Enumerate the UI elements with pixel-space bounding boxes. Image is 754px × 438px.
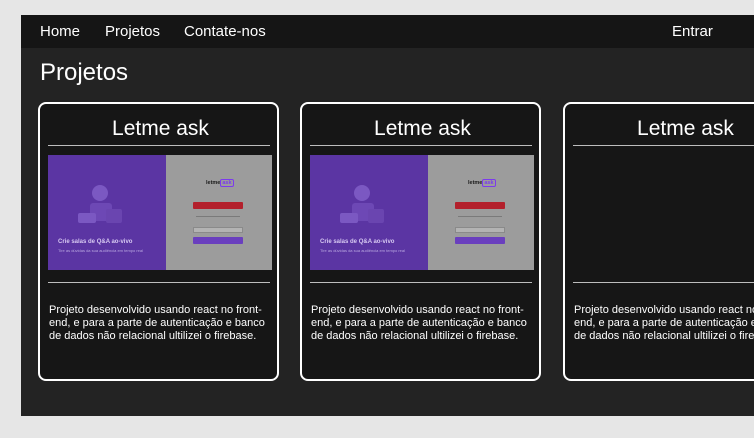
card-description: Projeto desenvolvido usando react no fro… xyxy=(49,304,265,342)
preview-headline: Crie salas de Q&A ao-vivo xyxy=(320,239,395,245)
preview-google-button xyxy=(455,202,505,209)
card-preview-divider xyxy=(310,282,532,283)
card-title-divider xyxy=(573,145,754,146)
preview-logo: letme ask xyxy=(468,179,496,187)
card-title: Letme ask xyxy=(112,117,209,140)
project-card[interactable]: Letme ask Crie salas de Q&A ao-vivo Tire… xyxy=(300,102,541,381)
preview-login-panel: letme ask xyxy=(166,155,272,270)
nav-login-link[interactable]: Entrar xyxy=(672,23,713,41)
nav-contact-link[interactable]: Contate-nos xyxy=(184,23,266,41)
project-preview-image: Crie salas de Q&A ao-vivo Tire as dúvida… xyxy=(310,155,534,270)
preview-separator xyxy=(196,216,240,217)
preview-purple-panel: Crie salas de Q&A ao-vivo Tire as dúvida… xyxy=(48,155,166,270)
preview-enter-button xyxy=(455,237,505,244)
project-preview-image: Crie salas de Q&A ao-vivo Tire as dúvida… xyxy=(48,155,272,270)
card-description: Projeto desenvolvido usando react no fro… xyxy=(311,304,527,342)
preview-headline: Crie salas de Q&A ao-vivo xyxy=(58,239,133,245)
project-card[interactable]: Letme ask Crie salas de Q&A ao-vivo Tire… xyxy=(38,102,279,381)
card-title-divider xyxy=(48,145,270,146)
preview-room-input xyxy=(193,227,243,233)
qa-illustration-icon xyxy=(340,185,384,223)
preview-logo-bubble: ask xyxy=(482,179,496,187)
preview-logo-text: letme xyxy=(206,180,221,186)
nav-home-link[interactable]: Home xyxy=(40,23,80,41)
app-window: Home Projetos Contate-nos Entrar Projeto… xyxy=(21,15,754,416)
preview-logo: letme ask xyxy=(206,179,234,187)
preview-subtext: Tire as dúvidas da sua audiência em temp… xyxy=(320,248,406,253)
navbar: Home Projetos Contate-nos Entrar xyxy=(21,15,754,48)
card-title: Letme ask xyxy=(637,117,734,140)
card-description: Projeto desenvolvido usando react no fro… xyxy=(574,304,754,342)
nav-projects-link[interactable]: Projetos xyxy=(105,23,160,41)
preview-purple-panel: Crie salas de Q&A ao-vivo Tire as dúvida… xyxy=(310,155,428,270)
card-preview-divider xyxy=(573,282,754,283)
preview-enter-button xyxy=(193,237,243,244)
card-preview-divider xyxy=(48,282,270,283)
project-card[interactable]: Letme ask Projeto desenvolvido usando re… xyxy=(563,102,754,381)
qa-illustration-icon xyxy=(78,185,122,223)
preview-subtext: Tire as dúvidas da sua audiência em temp… xyxy=(58,248,144,253)
preview-separator xyxy=(458,216,502,217)
preview-login-panel: letme ask xyxy=(428,155,534,270)
card-title: Letme ask xyxy=(374,117,471,140)
card-title-divider xyxy=(310,145,532,146)
page-title: Projetos xyxy=(40,59,129,86)
preview-logo-text: letme xyxy=(468,180,483,186)
preview-google-button xyxy=(193,202,243,209)
preview-logo-bubble: ask xyxy=(220,179,234,187)
preview-room-input xyxy=(455,227,505,233)
